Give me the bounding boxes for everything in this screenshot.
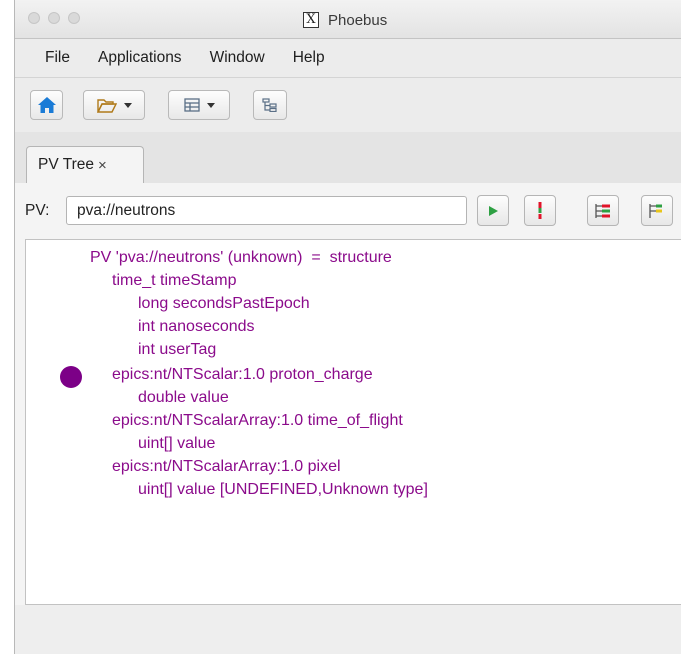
tree-leaf[interactable]: int userTag [138, 340, 216, 360]
menu-file[interactable]: File [15, 49, 84, 67]
alarm-trigger-icon [538, 201, 542, 219]
pv-label: PV: [25, 202, 50, 219]
zoom-window-button[interactable] [68, 12, 80, 24]
pv-row: PV: [15, 183, 681, 239]
tree-icon [262, 98, 277, 112]
menu-applications[interactable]: Applications [84, 49, 196, 67]
toolbar [15, 77, 681, 133]
tree-leaf[interactable]: uint[] value [UNDEFINED,Unknown type] [138, 480, 428, 500]
pv-structure-tree[interactable]: PV 'pva://neutrons' (unknown) = structur… [25, 239, 681, 605]
close-window-button[interactable] [28, 12, 40, 24]
menu-help[interactable]: Help [279, 49, 339, 67]
tree-leaf[interactable]: double value [138, 388, 229, 408]
minimize-window-button[interactable] [48, 12, 60, 24]
window-title: X Phoebus [303, 10, 387, 30]
folder-open-icon [96, 98, 117, 113]
window-title-text: Phoebus [328, 11, 388, 29]
close-icon[interactable]: × [98, 157, 107, 174]
tree-leaf[interactable]: int nanoseconds [138, 317, 255, 337]
layout-icon [183, 98, 200, 112]
status-area [15, 605, 681, 654]
collapse-all-button[interactable] [641, 195, 673, 226]
pv-tree-panel: PV: pva://neutrons PV 'pva://neutrons' (… [15, 183, 681, 654]
expand-tree-icon [595, 203, 610, 218]
x11-icon: X [303, 12, 319, 28]
tree-leaf[interactable]: long secondsPastEpoch [138, 294, 310, 314]
layout-dropdown-button[interactable] [168, 90, 230, 120]
menu-window[interactable]: Window [196, 49, 279, 67]
tree-node[interactable]: time_t timeStamp [112, 271, 236, 291]
tree-leaf[interactable]: uint[] value [138, 434, 215, 454]
title-bar: X Phoebus [15, 0, 681, 39]
alarm-indicator [60, 366, 82, 388]
play-icon [489, 205, 498, 216]
tree-node[interactable]: epics:nt/NTScalarArray:1.0 time_of_fligh… [112, 411, 403, 431]
pv-name-input[interactable] [66, 196, 467, 225]
pv-tree-button[interactable] [253, 90, 287, 120]
tab-label: PV Tree [38, 156, 94, 173]
collapse-tree-icon [649, 203, 662, 218]
tab-pv-tree[interactable]: PV Tree × [26, 146, 144, 183]
open-dropdown-button[interactable] [83, 90, 145, 120]
alarm-trigger-button[interactable] [524, 195, 556, 226]
chevron-down-icon [206, 102, 215, 108]
home-icon [37, 97, 56, 113]
menu-bar: File Applications Window Help [15, 39, 681, 77]
tree-node[interactable]: epics:nt/NTScalar:1.0 proton_charge [112, 365, 373, 385]
chevron-down-icon [123, 102, 132, 108]
phoebus-window: X Phoebus File Applications Window Help [14, 0, 681, 654]
tree-node-root[interactable]: PV 'pva://neutrons' (unknown) = structur… [90, 248, 392, 268]
resume-button[interactable] [477, 195, 509, 226]
home-button[interactable] [30, 90, 63, 120]
tab-strip: PV Tree × [15, 132, 681, 183]
expand-all-button[interactable] [587, 195, 619, 226]
tree-node[interactable]: epics:nt/NTScalarArray:1.0 pixel [112, 457, 341, 477]
